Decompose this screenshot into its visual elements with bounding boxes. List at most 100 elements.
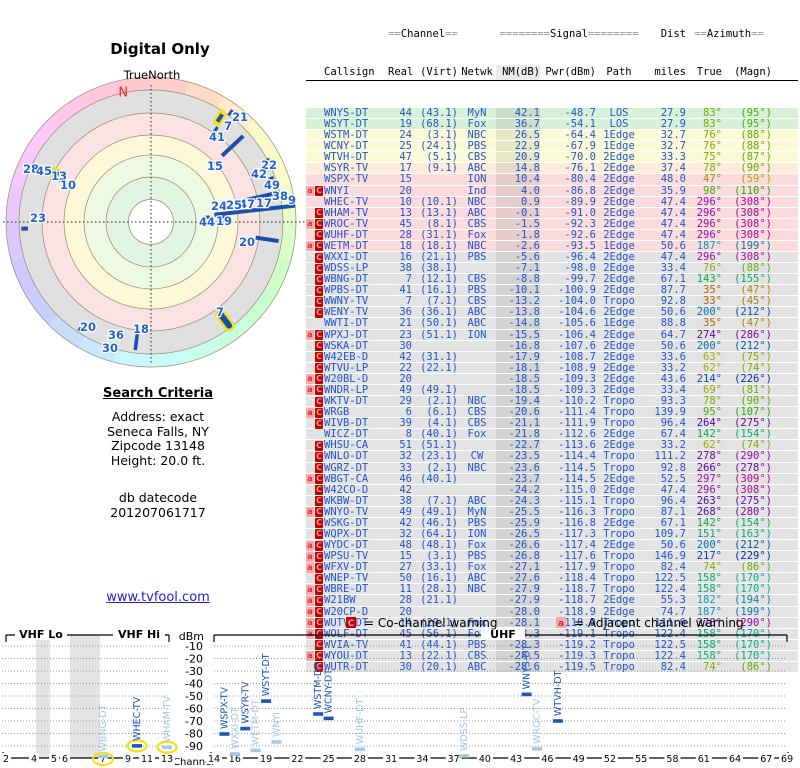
real-channel-cell: 7: [405, 295, 412, 308]
radar-channel-label: 45: [36, 164, 52, 178]
real-channel-cell: 48: [399, 539, 412, 552]
cochannel-warning-cell: [314, 108, 324, 118]
cochannel-warning-cell: C: [314, 330, 324, 341]
true-azimuth-cell: 47°: [703, 173, 722, 186]
cochannel-warning-cell: C: [314, 186, 324, 197]
network-cell: [458, 385, 496, 395]
virtual-channel-cell: (10.1): [420, 195, 458, 208]
path-cell: LOS: [609, 107, 629, 119]
magnetic-azimuth-cell: (278°): [734, 461, 772, 474]
cochannel-warning-badge: C: [315, 584, 323, 595]
distance-cell: 32.7: [660, 129, 686, 142]
noise-margin-cell: -27.6: [496, 573, 540, 584]
table-row: WTVH-DT 47 (5.1) CBS 20.9 -70.0 2Edge 33.3 75° (8…: [306, 152, 798, 164]
callsign-cell: WSTM-DT: [324, 129, 369, 142]
callsign-cell: WSKG-DT: [324, 516, 369, 529]
distance-cell: 33.4: [660, 262, 686, 275]
noise-margin-cell: -10.1: [496, 285, 540, 296]
cochannel-warning-cell: [314, 152, 324, 162]
channel-tick-label: 11: [141, 754, 153, 765]
distance-cell: 33.2: [660, 361, 686, 374]
true-azimuth-cell: 296°: [696, 251, 722, 264]
adjacent-warning-cell: [306, 518, 314, 528]
path-cell: 2Edge: [603, 594, 635, 607]
adjacent-legend-text: = Adjacent channel warning: [574, 616, 744, 630]
db-datecode-value: 201207061717: [110, 504, 206, 520]
channel-tick-label: 13: [161, 754, 173, 765]
virtual-channel-cell: (64.1): [420, 527, 458, 540]
signal-bar-label: WETM-DT: [251, 699, 262, 745]
magnetic-azimuth-cell: (95°): [740, 107, 772, 119]
magnetic-azimuth-cell: (47°): [740, 317, 772, 330]
power-cell: -80.4: [564, 173, 596, 186]
true-azimuth-cell: 200°: [696, 339, 722, 352]
callsign-cell: WGRZ-DT: [324, 461, 369, 474]
distance-cell: 33.6: [660, 350, 686, 363]
cochannel-warning-badge: C: [315, 186, 323, 197]
cochannel-warning-cell: C: [314, 208, 324, 219]
signal-bar-label: WNYI: [272, 712, 283, 737]
real-channel-cell: 39: [399, 417, 412, 430]
cochannel-warning-badge: C: [315, 418, 323, 429]
spectrum-chart: -10-20-30-40-50-60-70-80-90dBmChannelVHF…: [1, 616, 796, 768]
noise-margin-cell: -21.1: [496, 418, 540, 429]
cochannel-warning-cell: C: [314, 219, 324, 230]
noise-margin-cell: -0.1: [496, 207, 540, 218]
power-cell: -76.1: [564, 162, 596, 175]
noise-margin-cell: 20.9: [496, 152, 540, 163]
adjacent-warning-cell: [306, 463, 314, 473]
power-cell: -99.7: [564, 273, 596, 286]
cochannel-warning-cell: C: [314, 407, 324, 418]
virtual-channel-cell: (40.1): [420, 428, 458, 441]
radar-channel-label: 41: [209, 130, 225, 144]
magnetic-azimuth-cell: (59°): [740, 173, 772, 186]
virtual-channel-cell: (21.1): [420, 251, 458, 264]
adjacent-warning-cell: [306, 496, 314, 506]
true-azimuth-cell: 69°: [703, 383, 722, 396]
table-row: WSYT-DT 19 (68.1) Fox 36.7 -54.1 LOS 27.9 83° (95…: [306, 118, 798, 131]
network-cell: [458, 352, 496, 362]
virtual-channel-cell: (6.1): [426, 406, 458, 419]
path-cell: 2Edge: [603, 217, 635, 230]
cochannel-warning-cell: C: [314, 307, 324, 318]
channel-tick-label: 46: [541, 754, 553, 765]
path-cell: 2Edge: [603, 428, 635, 441]
callsign-cell: WBRE-DT: [324, 583, 369, 596]
distance-cell: 92.8: [660, 461, 686, 474]
real-channel-cell: 17: [399, 162, 412, 175]
network-cell: [458, 263, 496, 273]
search-height: Height: 20.0 ft.: [110, 452, 206, 468]
real-channel-cell: 30: [399, 339, 412, 352]
path-cell: 2Edge: [603, 184, 635, 197]
cochannel-warning-cell: C: [314, 551, 324, 562]
path-cell: Tropo: [603, 572, 635, 585]
callsign-cell: WSPX-TV: [324, 173, 369, 186]
power-cell: -115.0: [558, 483, 596, 496]
callsign-cell: WNYO-TV: [324, 505, 369, 518]
network-cell: Fox: [467, 539, 487, 552]
power-cell: -113.6: [558, 439, 596, 452]
distance-cell: 50.6: [660, 339, 686, 352]
path-cell: 2Edge: [603, 516, 635, 529]
cochannel-warning-cell: C: [314, 529, 324, 540]
tvfool-link[interactable]: www.tvfool.com: [106, 590, 210, 605]
radar-channel-label: 36: [108, 328, 124, 342]
adjacent-warning-badge: a: [306, 374, 314, 385]
table-row: C WBNG-DT 7 (12.1) CBS -8.8 -99.7 2Edge 67.1 143°…: [306, 273, 798, 286]
adjacent-warning-cell: [306, 152, 314, 162]
cochannel-warning-badge: C: [315, 241, 323, 252]
real-channel-cell: 23: [399, 328, 412, 341]
cochannel-warning-cell: C: [314, 451, 324, 462]
power-cell: -110.2: [558, 395, 596, 408]
path-cell: 2Edge: [603, 483, 635, 496]
cochannel-warning-badge: C: [315, 540, 323, 551]
real-channel-cell: 38: [399, 494, 412, 507]
magnetic-azimuth-cell: (280°): [734, 505, 772, 518]
cochannel-warning-badge: C: [315, 296, 323, 307]
network-cell: CBS: [467, 273, 487, 286]
distance-cell: 52.5: [660, 472, 686, 485]
real-channel-cell: 19: [399, 118, 412, 131]
channel-tick-label: 31: [385, 754, 397, 765]
noise-margin-cell: -25.5: [496, 506, 540, 517]
adjacent-warning-cell: [306, 418, 314, 428]
